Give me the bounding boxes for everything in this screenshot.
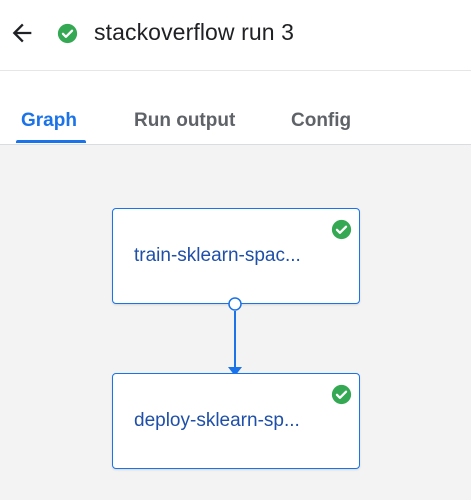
graph-node-deploy[interactable]: deploy-sklearn-sp... bbox=[112, 373, 360, 469]
page-header: stackoverflow run 3 bbox=[0, 0, 471, 71]
active-tab-indicator bbox=[16, 140, 86, 143]
tab-config[interactable]: Config bbox=[291, 109, 351, 133]
graph-node-train[interactable]: train-sklearn-spac... bbox=[112, 208, 360, 304]
check-circle-icon bbox=[331, 384, 352, 405]
node-label: deploy-sklearn-sp... bbox=[134, 410, 300, 431]
check-circle-icon bbox=[331, 219, 352, 240]
tab-graph[interactable]: Graph bbox=[21, 109, 77, 133]
run-details-page: stackoverflow run 3 Graph Run output Con… bbox=[0, 0, 471, 500]
tab-bar: Graph Run output Config bbox=[0, 71, 471, 145]
node-label: train-sklearn-spac... bbox=[134, 245, 301, 266]
page-title: stackoverflow run 3 bbox=[94, 19, 295, 45]
check-circle-icon bbox=[57, 23, 78, 44]
arrow-back-icon bbox=[12, 23, 32, 43]
back-button[interactable] bbox=[6, 17, 38, 49]
tab-run-output[interactable]: Run output bbox=[134, 109, 235, 133]
graph-canvas[interactable]: train-sklearn-spac... deploy-sklearn-sp.… bbox=[0, 145, 471, 500]
